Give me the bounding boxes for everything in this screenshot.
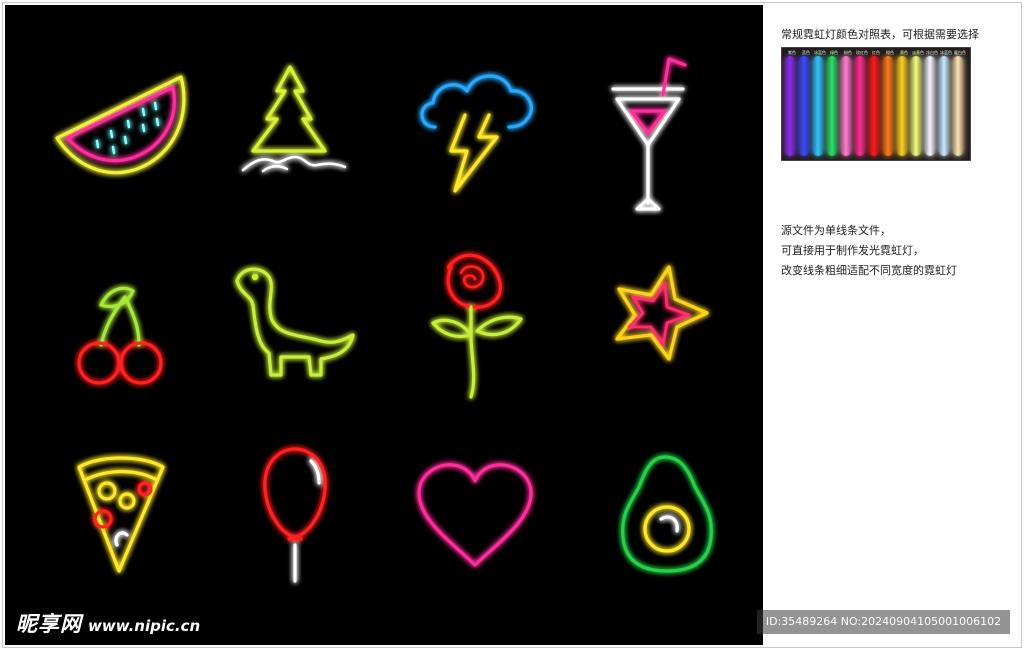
palette-label: 暖白色 (954, 50, 966, 55)
palette-tube (785, 56, 795, 156)
dinosaur-icon (235, 267, 355, 377)
heart-icon (417, 463, 533, 567)
palette-label: 淡黄色 (912, 50, 924, 55)
image-id-bar: ID:35489264 NO:20240904105001006102 (757, 610, 1010, 634)
logo-chinese-text: 昵享网 (16, 612, 82, 636)
avocado-icon (621, 455, 713, 573)
palette-tube (953, 56, 963, 156)
palette-label: 蓝色 (802, 50, 810, 55)
palette-tube (869, 56, 879, 156)
palette-title: 常规霓虹灯颜色对照表，可根据需要选择 (781, 28, 979, 41)
palette-label: 冷白色 (926, 50, 938, 55)
palette-label: 粉色 (844, 50, 852, 55)
palette-tubes (785, 56, 967, 156)
palette-label: 冰蓝色 (940, 50, 952, 55)
palette-tube (841, 56, 851, 156)
logo-url-text: www.nipic.cn (88, 617, 201, 635)
rose-icon (431, 253, 523, 399)
palette-tube (855, 56, 865, 156)
palette-tube (883, 56, 893, 156)
side-panel: 常规霓虹灯颜色对照表，可根据需要选择 紫色 蓝色 冰蓝色 绿色 粉色 玫红色 红色 橙色 黄色淡… (764, 5, 1017, 645)
note-line-1: 源文件为单线条文件， (781, 224, 891, 237)
palette-labels: 紫色 蓝色 冰蓝色 绿色 粉色 玫红色 红色 橙色 黄色 淡黄色 冷白色 冰蓝色 暖白色 (782, 50, 970, 55)
note-line-2: 可直接用于制作发光霓虹灯， (781, 244, 924, 257)
palette-tube (939, 56, 949, 156)
cherries-icon (77, 286, 163, 385)
palette-tube (827, 56, 837, 156)
palette-label: 冰蓝色 (814, 50, 826, 55)
note-line-3: 改变线条粗细适配不同宽度的霓虹灯 (781, 264, 957, 277)
palette-label: 紫色 (788, 50, 796, 55)
palette-tube (813, 56, 823, 156)
neon-artwork-canvas: 昵享网 www.nipic.cn (5, 5, 763, 645)
balloon-icon (263, 447, 327, 583)
site-logo: 昵享网 www.nipic.cn (16, 608, 200, 638)
color-palette-image: 紫色 蓝色 冰蓝色 绿色 粉色 玫红色 红色 橙色 黄色 淡黄色 冷白色 冰蓝色 暖白色 (781, 47, 971, 161)
description-notes: 源文件为单线条文件， 可直接用于制作发光霓虹灯， 改变线条粗细适配不同宽度的霓虹… (781, 221, 957, 281)
palette-label: 黄色 (900, 50, 908, 55)
star-icon (615, 265, 709, 361)
palette-label: 玫红色 (856, 50, 868, 55)
pine-tree-icon (241, 65, 347, 173)
palette-label: 红色 (872, 50, 880, 55)
cocktail-icon (611, 57, 687, 211)
palette-label: 橙色 (886, 50, 894, 55)
cloud-lightning-icon (420, 74, 533, 193)
neon-icons-svg (55, 57, 713, 583)
palette-tube (897, 56, 907, 156)
palette-tube (799, 56, 809, 156)
palette-label: 绿色 (830, 50, 838, 55)
palette-tube (911, 56, 921, 156)
palette-tube (925, 56, 935, 156)
pizza-slice-icon (77, 456, 165, 573)
watermelon-icon (55, 75, 186, 175)
